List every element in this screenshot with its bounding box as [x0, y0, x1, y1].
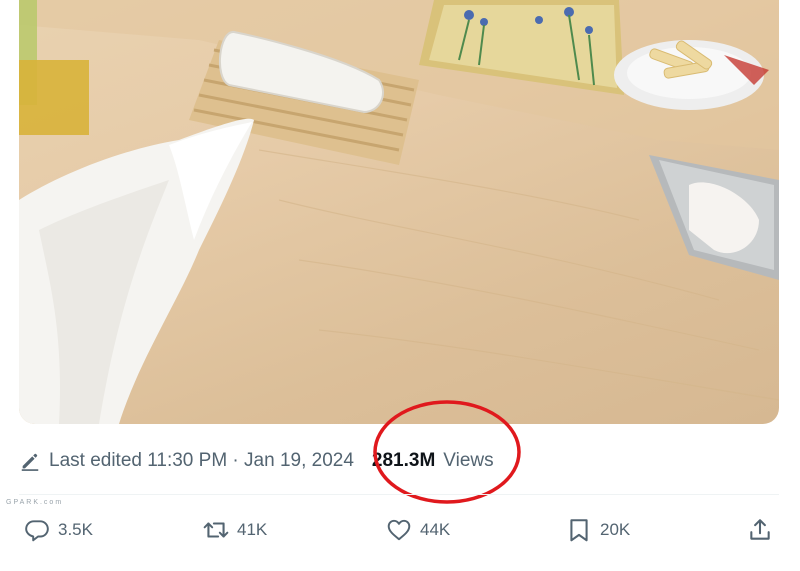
repost-button[interactable]: 41K	[203, 508, 267, 552]
like-button[interactable]: 44K	[386, 508, 450, 552]
post-meta: Last edited 11:30 PM · Jan 19, 2024 281.…	[19, 447, 494, 475]
repost-icon	[203, 522, 229, 538]
reply-icon	[25, 520, 49, 542]
bookmark-button[interactable]: 20K	[566, 508, 630, 552]
edited-timestamp[interactable]: Last edited 11:30 PM · Jan 19, 2024	[49, 450, 354, 472]
views-label: Views	[443, 450, 494, 471]
repost-count: 41K	[237, 520, 268, 539]
pencil-icon[interactable]	[19, 450, 41, 472]
heart-icon	[387, 519, 411, 541]
share-button[interactable]	[747, 508, 773, 552]
reply-count: 3.5K	[58, 520, 93, 539]
post-image[interactable]	[19, 0, 779, 424]
bookmark-icon	[570, 519, 588, 542]
views-count: 281.3M	[371, 450, 436, 471]
counter-photo	[19, 0, 779, 424]
divider	[19, 494, 779, 495]
bookmark-count: 20K	[600, 520, 631, 539]
watermark-text: GPARK.com	[6, 499, 64, 506]
action-bar: 3.5K 41K 44K 20K	[0, 508, 800, 552]
like-count: 44K	[420, 520, 451, 539]
share-icon	[750, 519, 770, 540]
reply-button[interactable]: 3.5K	[24, 508, 93, 552]
